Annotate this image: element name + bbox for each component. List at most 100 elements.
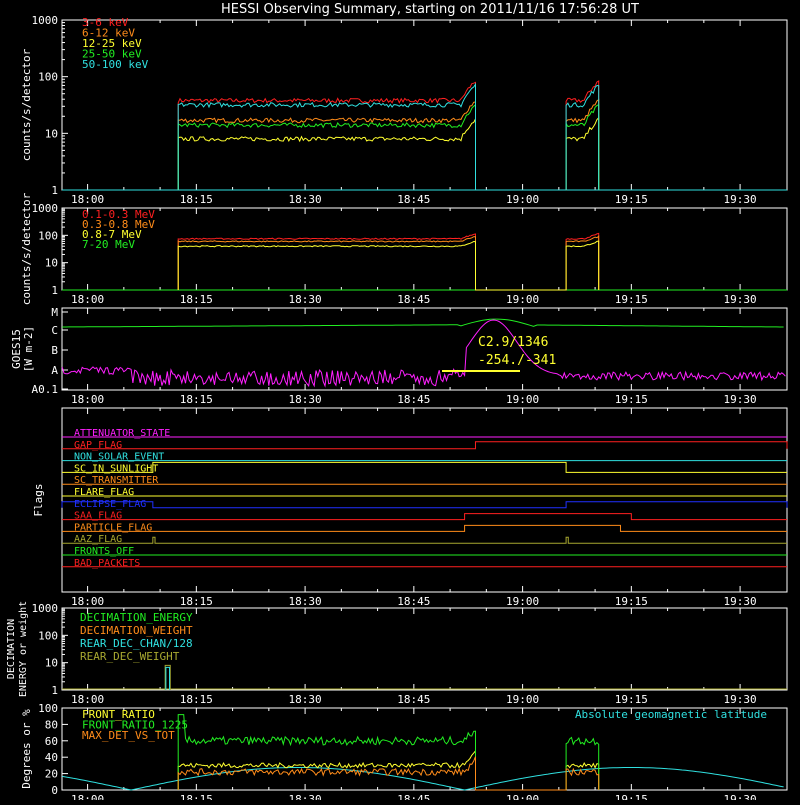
chart-title: HESSI Observing Summary, starting on 201… — [221, 2, 639, 17]
y-tick-label: A — [51, 364, 58, 377]
x-tick-label: 18:15 — [180, 693, 213, 706]
y-axis-label: Flags — [32, 483, 45, 516]
flag-trace — [62, 441, 788, 450]
x-tick-label: 18:15 — [180, 595, 213, 608]
y-tick-label: 1 — [51, 184, 58, 197]
x-tick-label: 18:00 — [71, 293, 104, 306]
x-tick-label: 18:30 — [289, 293, 322, 306]
x-tick-label: 19:00 — [506, 193, 539, 206]
panel-frame-2 — [61, 207, 788, 291]
x-tick-label: 19:30 — [724, 595, 757, 608]
x-tick-label: 18:00 — [71, 393, 104, 406]
y-tick-label: 0 — [51, 784, 58, 797]
x-tick-label: 18:45 — [397, 393, 430, 406]
x-tick-label: 18:00 — [71, 595, 104, 608]
y-tick-label: 1000 — [32, 202, 59, 215]
x-tick-label: 18:45 — [397, 793, 430, 800]
x-tick-label: 19:15 — [615, 793, 648, 800]
panel-frame-4 — [61, 407, 788, 593]
hessi-summary: HESSI Observing Summary, starting on 201… — [0, 0, 800, 805]
x-tick-label: 18:30 — [289, 793, 322, 800]
legend-entry: DECIMATION_ENERGY — [80, 611, 193, 624]
x-tick-label: 18:45 — [397, 595, 430, 608]
x-tick-label: 19:00 — [506, 293, 539, 306]
y-tick-label: A0.1 — [32, 383, 59, 396]
y-tick-label: B — [51, 344, 58, 357]
x-tick-label: 19:00 — [506, 393, 539, 406]
y-axis-label: Degrees or % — [20, 709, 33, 789]
geomag-annotation: Absolute geomagnetic latitude — [575, 708, 767, 721]
x-tick-label: 18:30 — [289, 393, 322, 406]
panel-frame-3 — [61, 307, 788, 391]
x-tick-label: 19:30 — [724, 193, 757, 206]
series-0.8-7 MeV — [177, 240, 600, 291]
x-tick-label: 19:15 — [615, 193, 648, 206]
y-tick-label: 1 — [51, 684, 58, 697]
legend-entry: REAR_DEC_CHAN/128 — [80, 637, 193, 650]
y-tick-label: 20 — [45, 768, 58, 781]
flag-trace — [62, 536, 787, 544]
y-tick-label: 100 — [38, 71, 58, 84]
series-12-25 keV — [177, 116, 600, 191]
series-MAX_DET_VS_TOT — [177, 756, 600, 791]
flare-annotation: C2.9/1346 — [478, 335, 548, 350]
series-0.1-0.3 MeV — [177, 232, 600, 291]
x-tick-label: 18:15 — [180, 793, 213, 800]
legend-entry: REAR_DEC_WEIGHT — [80, 650, 180, 663]
y-axis-label-part: DECIMATION — [6, 619, 17, 679]
y-axis-label-part: ENERGY or weight — [18, 601, 29, 697]
y-axis-label: counts/s/detector — [20, 192, 33, 305]
panel-frame-1 — [61, 19, 788, 191]
y-tick-label: 1000 — [32, 14, 59, 27]
series-goes-short — [61, 319, 786, 388]
decimation-spike — [165, 666, 171, 690]
x-tick-label: 19:30 — [724, 693, 757, 706]
y-tick-label: 100 — [38, 229, 58, 242]
y-tick-label: 100 — [38, 629, 58, 642]
series-0.3-0.8 MeV — [177, 235, 600, 291]
y-tick-label: 10 — [45, 127, 58, 140]
x-tick-label: 18:45 — [397, 693, 430, 706]
y-tick-label: M — [51, 306, 58, 319]
y-axis-label: counts/s/detector — [20, 48, 33, 161]
y-tick-label: 1000 — [32, 602, 59, 615]
y-tick-label: 10 — [45, 257, 58, 270]
flag-trace — [62, 524, 787, 532]
series-FRONT_RATIO_1225 — [177, 714, 600, 791]
flag-trace — [62, 513, 787, 521]
x-tick-label: 19:00 — [506, 693, 539, 706]
y-tick-label: 100 — [38, 702, 58, 715]
x-tick-label: 18:00 — [71, 193, 104, 206]
y-tick-label: 1 — [51, 284, 58, 297]
x-tick-label: 18:45 — [397, 193, 430, 206]
series-6-12 keV — [177, 98, 600, 191]
y-tick-label: 60 — [45, 735, 58, 748]
x-tick-label: 19:30 — [724, 793, 757, 800]
x-tick-label: 18:00 — [71, 793, 104, 800]
hessi-chart: HESSI Observing Summary, starting on 201… — [6, 2, 788, 805]
x-tick-label: 18:30 — [289, 193, 322, 206]
x-tick-label: 18:00 — [71, 693, 104, 706]
series-goes-long — [62, 318, 784, 328]
flag-trace — [62, 461, 787, 473]
x-tick-label: 19:15 — [615, 393, 648, 406]
series-3-6 keV — [177, 80, 600, 191]
y-axis-unit: [W m-2] — [22, 326, 35, 372]
x-tick-label: 19:00 — [506, 793, 539, 800]
series-25-50 keV — [177, 103, 600, 191]
x-tick-label: 18:30 — [289, 595, 322, 608]
x-tick-label: 18:15 — [180, 293, 213, 306]
x-tick-label: 19:30 — [724, 393, 757, 406]
flare-annotation: -254./-341 — [478, 353, 556, 368]
x-tick-label: 19:15 — [615, 293, 648, 306]
x-tick-label: 19:15 — [615, 693, 648, 706]
x-tick-label: 18:30 — [289, 693, 322, 706]
flag-label: ECLIPSE_FLAG — [74, 499, 146, 510]
flag-trace — [61, 501, 788, 509]
x-tick-label: 19:00 — [506, 595, 539, 608]
y-tick-label: C — [51, 324, 58, 337]
x-tick-label: 18:45 — [397, 293, 430, 306]
legend-entry: MAX_DET_VS_TOT — [82, 729, 175, 742]
legend-entry: 7-20 MeV — [82, 238, 135, 251]
y-tick-label: 40 — [45, 751, 58, 764]
